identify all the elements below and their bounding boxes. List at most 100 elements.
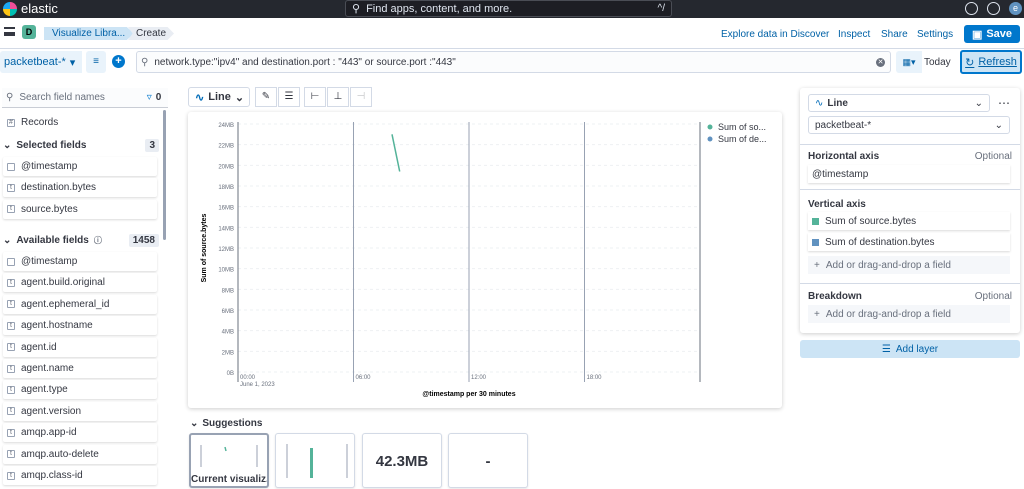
add-field-label: Add or drag-and-drop a field [825,308,951,320]
plus-icon: + [814,308,820,320]
field-source-bytes[interactable]: t source.bytes [3,199,157,219]
field-type-filter[interactable]: ▿ 0 [140,88,168,108]
field-type-icon: t [7,300,15,309]
vertical-axis-field-destination[interactable]: Sum of destination.bytes [808,233,1010,251]
legend-button[interactable]: ☰ [278,87,300,107]
save-button[interactable]: ▣ Save [964,25,1020,43]
line-chart[interactable]: 24MB 22MB 20MB 18MB 16MB 14MB 12MB 10MB 8MB 6MB 4M… [188,112,782,408]
field-type-icon: t [7,471,15,480]
records-field[interactable]: # Records [3,114,157,131]
axis-right-icon: ⊣ [356,91,366,102]
field-list-scrollbar[interactable] [163,110,166,240]
share-link[interactable]: Share [881,29,908,40]
field-type-icon: t [7,450,15,459]
space-avatar[interactable]: D [22,25,36,39]
layer-actions-icon[interactable]: ⋯ [998,96,1010,110]
field-name: agent.hostname [21,320,93,332]
chart-panel: 24MB 22MB 20MB 18MB 16MB 14MB 12MB 10MB 8MB 6MB 4M… [188,112,782,408]
chart-type-selector[interactable]: ∿ Line ⌄ [188,87,250,107]
x-tick-label: 18:00 [587,375,603,381]
layers-icon: ☰ [881,343,891,355]
field--timestamp[interactable]: @timestamp [3,252,157,271]
field-agent-hostname[interactable]: t agent.hostname [3,316,157,336]
suggestions-title: Suggestions [202,418,263,429]
add-layer-button[interactable]: ☰ Add layer [800,340,1020,358]
field-agent-type[interactable]: t agent.type [3,380,157,400]
breakdown-optional: Optional [974,291,1012,302]
menu-icon[interactable] [4,27,15,36]
series-color-swatch [812,238,819,246]
field-name: amqp.auto-delete [21,448,99,460]
field-amqp-class-id[interactable]: t amqp.class-id [3,466,157,485]
field--timestamp[interactable]: @timestamp [3,157,157,176]
field-name: agent.type [21,384,68,396]
visual-options-button[interactable]: ✎ [255,87,277,107]
field-amqp-app-id[interactable]: t amqp.app-id [3,423,157,443]
y-tick-label: 16MB [218,206,234,212]
field-agent-id[interactable]: t agent.id [3,337,157,357]
add-vertical-field-button[interactable]: + Add or drag-and-drop a field [808,256,1010,274]
date-range-label[interactable]: Today [924,57,951,68]
y-tick-label: 20MB [218,164,234,170]
field-name: amqp.class-id [21,470,83,481]
axis-bottom-icon: ⊥ [333,91,343,102]
y-tick-label: 24MB [218,123,234,129]
field-amqp-auto-delete[interactable]: t amqp.auto-delete [3,444,157,464]
inspect-link[interactable]: Inspect [838,29,870,40]
refresh-label: Refresh [978,56,1017,68]
user-avatar[interactable]: e [1009,2,1022,15]
field-type-icon: t [7,364,15,373]
field-agent-name[interactable]: t agent.name [3,359,157,378]
available-fields-header[interactable]: ⌄ Available fields ⓘ 1458 [3,231,159,249]
field-agent-build-original[interactable]: t agent.build.original [3,273,157,293]
y-tick-label: 8MB [222,288,234,294]
global-search-input[interactable]: ⚲ Find apps, content, and more. ^/ [345,0,672,17]
brush-icon: ✎ [261,91,271,102]
suggestion-empty-metric[interactable]: - [448,433,528,488]
elastic-logo[interactable]: elastic [3,1,58,16]
calendar-icon[interactable]: ▦▾ [896,51,922,73]
query-input[interactable]: ⚲ network.type:"ipv4" and destination.po… [136,51,891,73]
vertical-axis-field-source[interactable]: Sum of source.bytes [808,212,1010,230]
suggestion-current[interactable]: Current visualiz... [189,433,269,488]
layer-chart-type-selector[interactable]: ∿ Line ⌄ [808,94,990,112]
breadcrumb-visualize-library[interactable]: Visualize Libra... [44,27,134,40]
y-tick-label: 0B [227,371,234,377]
index-pattern-selector[interactable]: packetbeat-* ▾ [0,51,82,73]
explore-discover-link[interactable]: Explore data in Discover [721,29,829,40]
field-list-panel: ⚲ Search field names ▿ 0 # Records ⌄ Sel… [0,80,168,485]
save-icon: ▣ [971,28,983,41]
field-name: agent.build.original [21,277,105,289]
horizontal-axis-field-label: @timestamp [812,168,869,180]
clear-query-icon[interactable]: ✕ [876,58,885,67]
selected-fields-header[interactable]: ⌄ Selected fields 3 [3,136,159,154]
field-agent-ephemeral-id[interactable]: t agent.ephemeral_id [3,294,157,314]
axis-left-icon: ⊢ [310,91,320,102]
search-shortcut: ^/ [657,3,665,14]
field-search-input[interactable]: ⚲ Search field names [2,88,140,108]
suggestion-metric[interactable]: 42.3MB [362,433,442,488]
add-layer-label: Add layer [895,343,939,355]
add-breakdown-field-button[interactable]: + Add or drag-and-drop a field [808,305,1010,323]
add-filter-button[interactable]: + [112,55,125,68]
left-axis-button[interactable]: ⊢ [304,87,326,107]
field-name: @timestamp [21,256,78,267]
newsfeed-icon[interactable] [987,2,1000,15]
suggestions-header[interactable]: ⌄ Suggestions [190,418,262,429]
settings-link[interactable]: Settings [917,29,953,40]
help-icon[interactable] [965,2,978,15]
layer-index-pattern-selector[interactable]: packetbeat-* ⌄ [808,116,1010,134]
elastic-logo-icon [3,1,17,16]
suggestion-bar[interactable] [275,433,355,488]
suggestion-label: Current visualiz... [191,474,267,485]
records-label: Records [21,117,59,128]
query-bar: packetbeat-* ▾ ≡ + ⚲ network.type:"ipv4"… [0,50,1024,76]
field-agent-version[interactable]: t agent.version [3,401,157,421]
field-destination-bytes[interactable]: t destination.bytes [3,178,157,198]
horizontal-axis-field[interactable]: @timestamp [808,165,1010,183]
suggestion-thumbnail [286,444,348,478]
refresh-button[interactable]: ↻ Refresh [960,50,1022,74]
filter-menu-button[interactable]: ≡ [86,51,106,73]
field-name: source.bytes [21,203,78,215]
bottom-axis-button[interactable]: ⊥ [327,87,349,107]
